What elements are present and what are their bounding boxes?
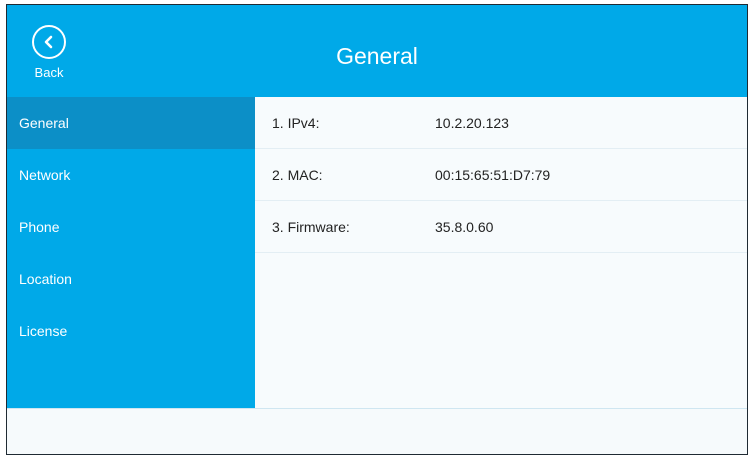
sidebar-item-location[interactable]: Location: [7, 253, 255, 305]
info-row-firmware: 3. Firmware: 35.8.0.60: [255, 201, 747, 253]
footer-bar: [7, 408, 747, 454]
sidebar-item-label: Network: [19, 167, 71, 183]
sidebar-item-general[interactable]: General: [7, 97, 255, 149]
info-key: 3. Firmware:: [272, 218, 350, 235]
sidebar: General Network Phone Location License: [7, 97, 255, 408]
info-row-mac: 2. MAC: 00:15:65:51:D7:79: [255, 149, 747, 201]
sidebar-item-phone[interactable]: Phone: [7, 201, 255, 253]
info-key: 1. IPv4:: [272, 114, 320, 131]
sidebar-item-label: Phone: [19, 219, 60, 235]
sidebar-item-license[interactable]: License: [7, 305, 255, 357]
info-panel: 1. IPv4: 10.2.20.123 2. MAC: 00:15:65:51…: [255, 97, 747, 408]
app-window: Back General General Network Phone Locat…: [6, 4, 748, 455]
header-bar: Back General: [7, 5, 747, 97]
info-key: 2. MAC:: [272, 166, 323, 183]
sidebar-item-label: License: [19, 323, 68, 339]
info-row-ipv4: 1. IPv4: 10.2.20.123: [255, 97, 747, 149]
sidebar-item-network[interactable]: Network: [7, 149, 255, 201]
info-value: 00:15:65:51:D7:79: [435, 166, 551, 183]
info-value: 10.2.20.123: [435, 114, 509, 131]
page-title: General: [336, 43, 418, 69]
info-value: 35.8.0.60: [435, 218, 494, 235]
sidebar-item-label: Location: [19, 271, 72, 287]
sidebar-item-label: General: [19, 115, 69, 131]
